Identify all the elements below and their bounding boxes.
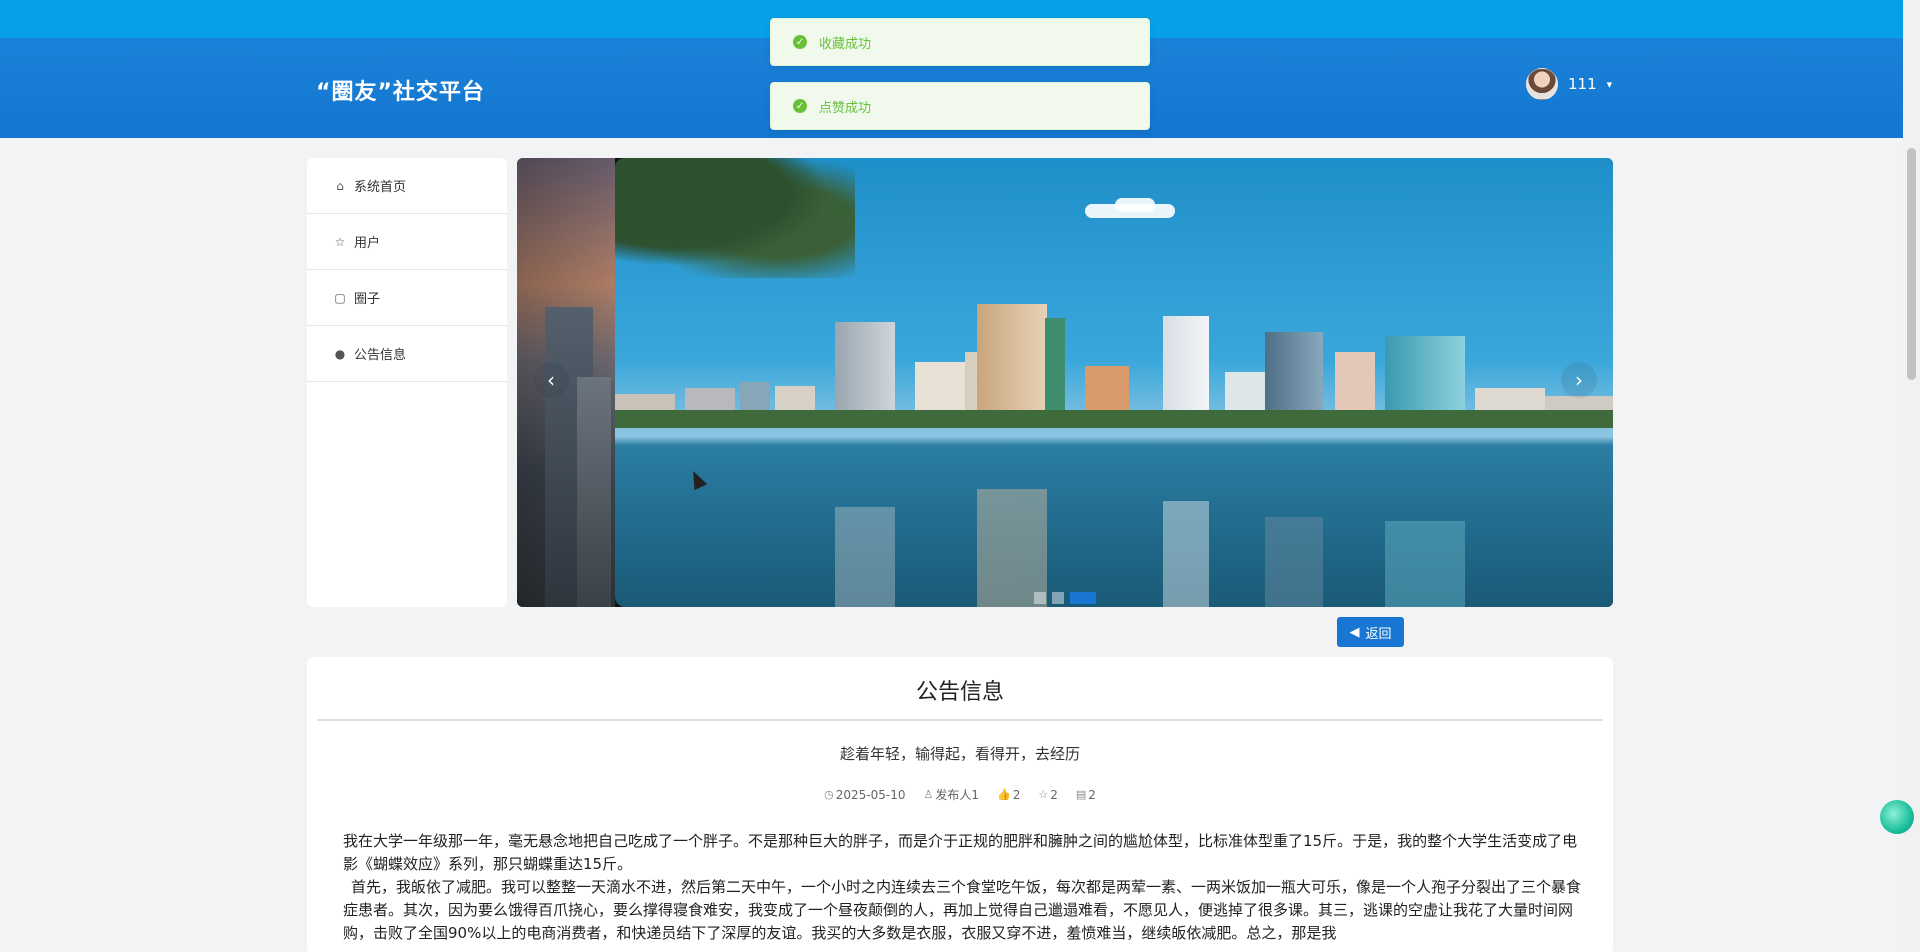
comment-count[interactable]: ▤ 2 — [1076, 786, 1096, 803]
sidebar-item-label: 系统首页 — [354, 180, 407, 195]
meta-date: ◷ 2025-05-10 — [824, 787, 906, 802]
user-menu[interactable]: 111 ▾ — [1526, 68, 1612, 100]
success-icon: ✓ — [793, 35, 807, 49]
sidebar-item-label: 圈子 — [354, 292, 381, 307]
sidebar-item-home[interactable]: ⌂ 系统首页 — [307, 158, 507, 214]
carousel-indicator[interactable] — [1052, 592, 1064, 604]
favorite-count[interactable]: ☆ 2 — [1038, 786, 1058, 803]
caret-left-icon: ◀ — [1349, 624, 1360, 639]
article-paragraph: 我在大学一年级那一年，毫无悬念地把自己吃成了一个胖子。不是那种巨大的胖子，而是介… — [343, 832, 1578, 873]
article-meta: ◷ 2025-05-10 ♙ 发布人1 👍 2 ☆ 2 ▤ 2 — [307, 786, 1613, 803]
carousel-indicator-active[interactable] — [1070, 592, 1096, 604]
back-button[interactable]: ◀ 返回 — [1337, 617, 1404, 647]
caret-down-icon[interactable]: ▾ — [1607, 78, 1613, 91]
brand-title[interactable]: “圈友”社交平台 — [316, 74, 485, 106]
thumbs-up-icon[interactable]: 👍 — [997, 788, 1011, 801]
toast-like-success: ✓ 点赞成功 — [770, 82, 1150, 130]
tree-image — [615, 158, 855, 278]
toast-text: 点赞成功 — [819, 100, 872, 116]
water-reflection-image — [615, 434, 1613, 607]
toast-favorite-success: ✓ 收藏成功 — [770, 18, 1150, 66]
divider — [317, 719, 1603, 721]
star-icon: ☆ — [334, 234, 346, 249]
sidebar-item-circles[interactable]: ▢ 圈子 — [307, 270, 507, 326]
avatar[interactable] — [1526, 68, 1558, 100]
section-title: 公告信息 — [915, 680, 1004, 705]
meta-author: ♙ 发布人1 — [923, 788, 979, 802]
clock-icon: ◷ — [824, 788, 834, 801]
cloud-image — [1115, 198, 1155, 212]
carousel-slide-active — [615, 158, 1613, 607]
article-body: 我在大学一年级那一年，毫无悬念地把自己吃成了一个胖子。不是那种巨大的胖子，而是介… — [343, 830, 1588, 945]
sidebar-nav: ⌂ 系统首页 ☆ 用户 ▢ 圈子 ● 公告信息 — [307, 158, 507, 607]
floating-assistant-icon[interactable] — [1880, 800, 1914, 834]
image-carousel[interactable]: ‹ › — [517, 158, 1613, 607]
alert-icon: ● — [334, 346, 346, 361]
like-count[interactable]: 👍 2 — [997, 786, 1020, 803]
article-title: 趁着年轻，输得起，看得开，去经历 — [839, 745, 1080, 763]
user-name[interactable]: 111 — [1568, 75, 1597, 93]
home-icon: ⌂ — [336, 178, 344, 193]
success-icon: ✓ — [793, 99, 807, 113]
sidebar-item-users[interactable]: ☆ 用户 — [307, 214, 507, 270]
sidebar-item-label: 用户 — [354, 236, 381, 251]
bag-icon: ▢ — [334, 290, 346, 305]
star-icon[interactable]: ☆ — [1038, 788, 1048, 801]
building-image — [577, 377, 611, 607]
user-icon: ♙ — [923, 788, 934, 801]
announcement-detail: 公告信息 趁着年轻，输得起，看得开，去经历 ◷ 2025-05-10 ♙ 发布人1 … — [307, 657, 1613, 952]
article-paragraph: 首先，我皈依了减肥。我可以整整一天滴水不进，然后第二天中午，一个小时之内连续去三… — [343, 878, 1582, 942]
sidebar-item-announcements[interactable]: ● 公告信息 — [307, 326, 507, 382]
city-skyline-image — [615, 272, 1613, 428]
carousel-next-button[interactable]: › — [1561, 362, 1597, 398]
carousel-indicators — [1034, 592, 1096, 604]
back-button-label: 返回 — [1365, 625, 1392, 641]
carousel-prev-button[interactable]: ‹ — [533, 362, 569, 398]
carousel-indicator[interactable] — [1034, 592, 1046, 604]
sidebar-item-label: 公告信息 — [354, 348, 407, 363]
scrollbar-thumb[interactable] — [1907, 148, 1916, 380]
comment-icon[interactable]: ▤ — [1076, 788, 1086, 801]
toast-text: 收藏成功 — [819, 36, 872, 52]
